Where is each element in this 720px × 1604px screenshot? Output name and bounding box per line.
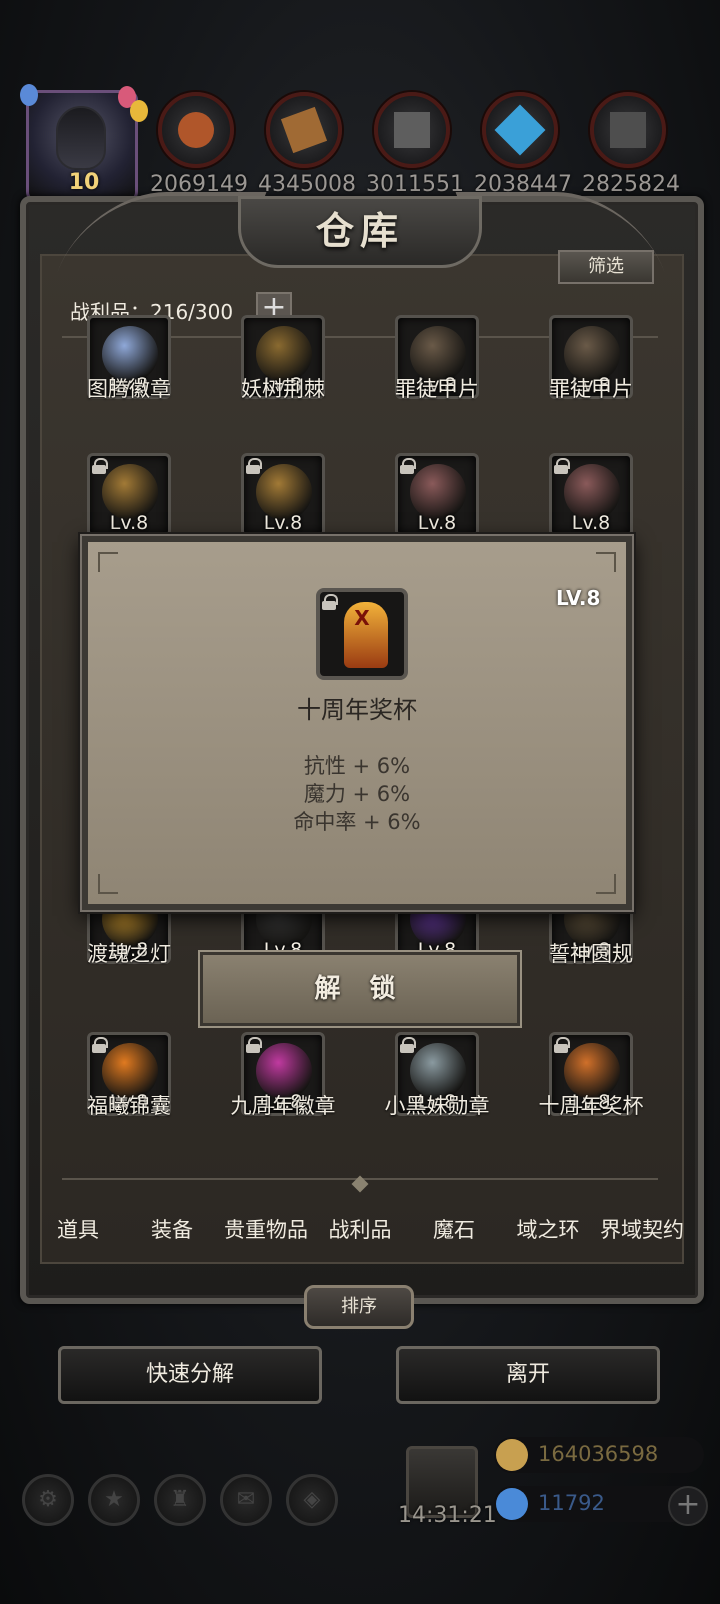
quick-disassemble-button[interactable]: 快速分解 (58, 1346, 322, 1404)
gift-timer: 14:31:21 (398, 1503, 497, 1528)
resource-value-iron: 3011551 (366, 172, 464, 197)
item-level: Lv.8 (109, 512, 149, 534)
item-name: 十周年奖杯 (538, 1094, 644, 1118)
tab-magic-stones[interactable]: 魔石 (404, 1214, 504, 1244)
resource-value-wood: 4345008 (258, 172, 356, 197)
player-avatar[interactable]: 10 (18, 82, 148, 210)
avatar-portrait (56, 106, 106, 170)
gold-value: 164036598 (538, 1442, 659, 1466)
popup-corner (98, 874, 118, 894)
stone-icon (610, 112, 646, 148)
iron-icon (394, 112, 430, 148)
wood-icon (280, 106, 328, 154)
cube-icon[interactable]: ◈ (286, 1474, 338, 1526)
popup-level: LV.8 (556, 586, 601, 610)
popup-item-name: 十周年奖杯 (297, 696, 417, 724)
lock-icon (554, 1037, 570, 1053)
diamond-icon (496, 1488, 528, 1520)
item-name: 罪徒甲片 (549, 377, 633, 401)
tab-trophies[interactable]: 战利品 (310, 1214, 410, 1244)
crystal-icon (494, 104, 546, 156)
diamond-value: 11792 (538, 1491, 605, 1515)
item-name: 誓神圆规 (549, 942, 633, 966)
player-level: 10 (68, 170, 100, 195)
lock-icon (322, 594, 338, 610)
mail-icon[interactable]: ✉ (220, 1474, 272, 1526)
lock-icon (246, 458, 262, 474)
item-level: Lv.8 (417, 512, 457, 534)
ore-icon (178, 112, 214, 148)
balloon-icon (130, 100, 148, 122)
popup-stat: 抗性 + 6% (303, 754, 411, 778)
tab-items[interactable]: 道具 (28, 1214, 128, 1244)
leave-button[interactable]: 离开 (396, 1346, 660, 1404)
item-name: 九周年徽章 (230, 1094, 336, 1118)
tab-domain-rings[interactable]: 域之环 (498, 1214, 598, 1244)
item-slot[interactable]: Lv.8 (395, 453, 479, 537)
popup-corner (596, 552, 616, 572)
item-level: Lv.8 (571, 512, 611, 534)
trophy-icon: X (316, 588, 408, 680)
sort-button[interactable]: 排序 (304, 1285, 414, 1329)
resource-ore[interactable] (158, 92, 234, 168)
page-title: 仓库 (238, 196, 482, 268)
tab-valuables[interactable]: 贵重物品 (216, 1214, 316, 1244)
lock-icon (400, 458, 416, 474)
gold-counter: 164036598 (494, 1437, 704, 1473)
popup-corner (98, 552, 118, 572)
item-slot[interactable]: Lv.8 (241, 453, 325, 537)
lock-icon (400, 1037, 416, 1053)
popup-stat: 魔力 + 6% (303, 782, 411, 806)
balloon-icon (20, 84, 38, 106)
resource-iron[interactable] (374, 92, 450, 168)
unlock-button[interactable]: 解 锁 (198, 950, 522, 1028)
item-level: Lv.8 (263, 512, 303, 534)
lock-icon (554, 458, 570, 474)
item-name: 妖树荆棘 (241, 377, 325, 401)
popup-corner (596, 874, 616, 894)
gold-coin-icon (496, 1439, 528, 1471)
resource-wood[interactable] (266, 92, 342, 168)
lock-icon (92, 458, 108, 474)
tab-realm-contracts[interactable]: 界域契约 (592, 1214, 692, 1244)
lock-icon (246, 1037, 262, 1053)
popup-stat: 命中率 + 6% (293, 810, 421, 834)
gear-icon[interactable]: ⚙ (22, 1474, 74, 1526)
item-name: 图腾徽章 (87, 377, 171, 401)
item-name: 罪徒甲片 (395, 377, 479, 401)
filter-button[interactable]: 筛选 (558, 250, 654, 284)
add-currency-button[interactable]: + (668, 1486, 708, 1526)
item-name: 小黑妹勋章 (384, 1094, 490, 1118)
item-detail-popup: X LV.8 十周年奖杯 抗性 + 6% 魔力 + 6% 命中率 + 6% (80, 534, 634, 912)
item-name: 渡魂之灯 (87, 942, 171, 966)
item-slot[interactable]: Lv.8 (549, 453, 633, 537)
shield-icon[interactable]: ♜ (154, 1474, 206, 1526)
resource-value-stone: 2825824 (582, 172, 680, 197)
item-name: 福曦锦囊 (87, 1094, 171, 1118)
lock-icon (92, 1037, 108, 1053)
star-icon[interactable]: ★ (88, 1474, 140, 1526)
resource-stone[interactable] (590, 92, 666, 168)
resource-crystal[interactable] (482, 92, 558, 168)
item-slot[interactable]: Lv.8 (87, 453, 171, 537)
tab-equipment[interactable]: 装备 (122, 1214, 222, 1244)
